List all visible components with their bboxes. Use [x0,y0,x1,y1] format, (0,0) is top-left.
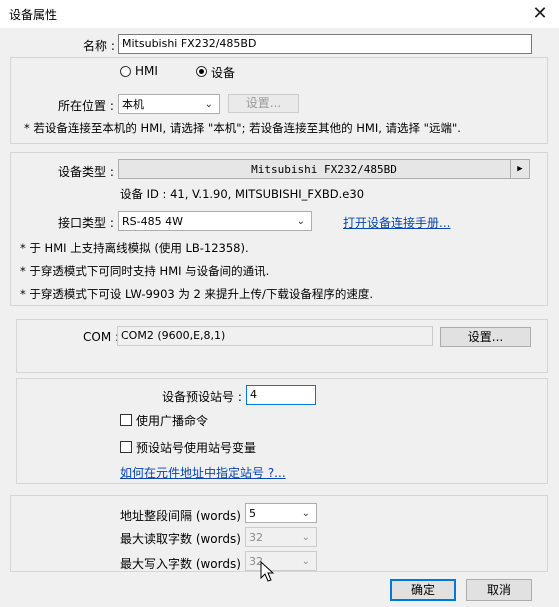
interface-label: 接口类型 : [58,216,114,230]
ok-button[interactable]: 确定 [390,579,456,601]
close-icon[interactable]: ✕ [525,2,555,26]
location-label: 所在位置 : [58,99,114,113]
max-read-select-value: 32 [249,531,263,544]
station-var-checkbox[interactable] [120,441,132,453]
station-label: 设备预设站号 : [162,390,242,404]
location-settings-button[interactable]: 设置... [228,94,299,113]
name-label: 名称 : [83,39,115,53]
com-settings-button[interactable]: 设置... [440,327,531,347]
location-select-value: 本机 [122,98,144,111]
hmi-radio[interactable] [120,66,131,77]
com-value-field: COM2 (9600,E,8,1) [117,326,433,346]
max-write-label: 最大写入字数 (words) : [120,557,249,571]
device-info: 设备 ID : 41, V.1.90, MITSUBISHI_FXBD.e30 [120,187,365,201]
max-read-select: 32 ⌄ [245,527,317,547]
window-title: 设备属性 [9,8,58,22]
broadcast-checkbox-label: 使用广播命令 [136,414,209,428]
chevron-down-icon: ⌄ [204,99,213,110]
cancel-button[interactable]: 取消 [466,579,532,601]
interval-select-value: 5 [249,507,256,520]
station-help-link[interactable]: 如何在元件地址中指定站号 ?... [120,464,286,481]
device-type-selector[interactable]: Mitsubishi FX232/485BD ▶ [118,159,530,179]
location-select[interactable]: 本机 ⌄ [118,94,220,114]
chevron-down-icon: ⌄ [301,508,310,519]
interval-label: 地址整段间隔 (words) : [120,509,249,523]
station-input[interactable]: 4 [246,385,316,405]
note-offline-simulation: * 于 HMI 上支持离线模拟 (使用 LB-12358). [20,241,249,255]
max-read-label: 最大读取字数 (words) : [120,532,249,546]
chevron-down-icon: ⌄ [301,556,310,567]
title-bar [0,0,559,28]
interface-select-value: RS-485 4W [122,215,183,228]
chevron-down-icon: ⌄ [296,216,305,227]
name-input[interactable]: Mitsubishi FX232/485BD [118,34,532,54]
open-manual-link[interactable]: 打开设备连接手册... [343,214,450,231]
hmi-radio-label: HMI [135,64,158,78]
mouse-pointer-icon [260,561,275,582]
com-label: COM : [83,330,120,344]
note-passthrough-speed: * 于穿透模式下可设 LW-9903 为 2 来提升上传/下载设备程序的速度. [20,287,374,301]
interval-select[interactable]: 5 ⌄ [245,503,317,523]
note-passthrough-comm: * 于穿透模式下可同时支持 HMI 与设备间的通讯. [20,264,270,278]
broadcast-checkbox[interactable] [120,414,132,426]
arrow-right-icon: ▶ [510,160,529,178]
station-var-checkbox-label: 预设站号使用站号变量 [136,441,257,455]
max-write-select: 32 ⌄ [245,551,317,571]
device-type-label: 设备类型 : [58,165,114,179]
interface-select[interactable]: RS-485 4W ⌄ [118,211,312,231]
device-radio[interactable] [196,66,207,77]
chevron-down-icon: ⌄ [301,532,310,543]
location-note: * 若设备连接至本机的 HMI, 请选择 "本机"; 若设备连接至其他的 HMI… [24,121,461,135]
device-radio-label: 设备 [211,66,236,80]
device-type-value: Mitsubishi FX232/485BD [251,163,397,176]
